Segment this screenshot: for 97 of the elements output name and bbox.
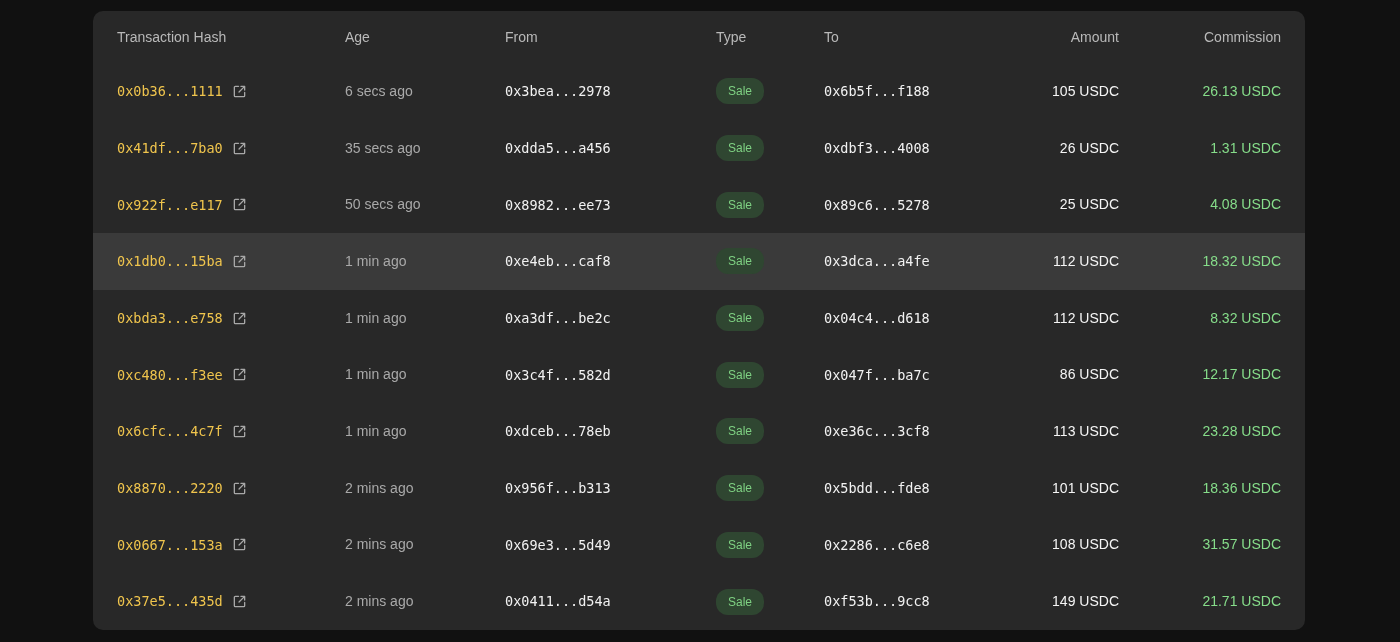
external-link-icon[interactable] <box>231 310 247 326</box>
from-address: 0x0411...d54a <box>505 592 612 612</box>
type-badge: Sale <box>716 305 765 332</box>
column-header: To <box>824 27 840 47</box>
amount-text: 101 USDC <box>1052 478 1119 498</box>
column-header: Amount <box>1070 27 1119 47</box>
to-address: 0x6b5f...f188 <box>824 82 931 102</box>
commission-text: 1.31 USDC <box>1210 138 1281 158</box>
external-link-icon[interactable] <box>231 83 247 99</box>
age-text: 1 min ago <box>345 421 408 441</box>
age-text: 1 min ago <box>345 251 408 271</box>
column-header: From <box>505 27 539 47</box>
age-text: 50 secs ago <box>345 195 422 215</box>
to-address: 0xdbf3...4008 <box>824 138 931 158</box>
type-badge: Sale <box>716 78 765 105</box>
commission-text: 23.28 USDC <box>1202 421 1281 441</box>
type-badge: Sale <box>716 531 765 558</box>
age-text: 35 secs ago <box>345 138 422 158</box>
table-row[interactable]: 0x0667...153a 2 mins ago 0x69e3...5d49 Sale 0x2286...c6e8 108 USDC 31.57 USDC <box>93 516 1305 574</box>
from-address: 0x3c4f...582d <box>505 365 612 385</box>
external-link-icon[interactable] <box>231 594 247 610</box>
column-header: Age <box>345 27 371 47</box>
external-link-icon[interactable] <box>231 140 247 156</box>
to-address: 0xe36c...3cf8 <box>824 422 931 442</box>
age-text: 1 min ago <box>345 308 408 328</box>
type-badge: Sale <box>716 248 765 275</box>
amount-text: 108 USDC <box>1052 535 1119 555</box>
amount-text: 25 USDC <box>1059 195 1119 215</box>
table-row[interactable]: 0x37e5...435d 2 mins ago 0x0411...d54a Sale 0xf53b...9cc8 149 USDC 21.71 USDC <box>93 573 1305 630</box>
from-address: 0x3bea...2978 <box>505 82 612 102</box>
transaction-hash-link[interactable]: 0x8870...2220 <box>117 478 223 499</box>
age-text: 2 mins ago <box>345 478 415 498</box>
external-link-icon[interactable] <box>231 537 247 553</box>
amount-text: 112 USDC <box>1053 251 1119 271</box>
amount-text: 86 USDC <box>1059 365 1119 385</box>
transaction-hash-link[interactable]: 0x0667...153a <box>117 534 223 555</box>
from-address: 0x8982...ee73 <box>505 195 612 215</box>
external-link-icon[interactable] <box>231 253 247 269</box>
to-address: 0x047f...ba7c <box>824 365 931 385</box>
table-row[interactable]: 0xbda3...e758 1 min ago 0xa3df...be2c Sale 0x04c4...d618 112 USDC 8.32 USDC <box>93 289 1305 347</box>
type-badge: Sale <box>716 418 765 445</box>
external-link-icon[interactable] <box>231 423 247 439</box>
table-row[interactable]: 0x8870...2220 2 mins ago 0x956f...b313 Sale 0x5bdd...fde8 101 USDC 18.36 USDC <box>93 459 1305 517</box>
commission-text: 8.32 USDC <box>1210 308 1281 328</box>
table-row[interactable]: 0xc480...f3ee 1 min ago 0x3c4f...582d Sale 0x047f...ba7c 86 USDC 12.17 USDC <box>93 346 1305 404</box>
type-badge: Sale <box>716 588 765 615</box>
type-badge: Sale <box>716 191 765 218</box>
age-text: 2 mins ago <box>345 592 415 612</box>
from-address: 0xa3df...be2c <box>505 308 612 328</box>
from-address: 0xdceb...78eb <box>505 422 612 442</box>
to-address: 0x2286...c6e8 <box>824 535 931 555</box>
table-row[interactable]: 0x922f...e117 50 secs ago 0x8982...ee73 Sale 0x89c6...5278 25 USDC 4.08 USDC <box>93 176 1305 234</box>
external-link-icon[interactable] <box>231 197 247 213</box>
commission-text: 26.13 USDC <box>1202 81 1281 101</box>
to-address: 0x5bdd...fde8 <box>824 479 931 499</box>
amount-text: 105 USDC <box>1052 81 1119 101</box>
from-address: 0xdda5...a456 <box>505 138 612 158</box>
table-row[interactable]: 0x41df...7ba0 35 secs ago 0xdda5...a456 Sale 0xdbf3...4008 26 USDC 1.31 USDC <box>93 119 1305 177</box>
transaction-hash-link[interactable]: 0xbda3...e758 <box>117 307 223 329</box>
from-address: 0xe4eb...caf8 <box>505 252 612 272</box>
commission-text: 21.71 USDC <box>1202 592 1281 612</box>
transaction-hash-link[interactable]: 0x41df...7ba0 <box>117 137 223 159</box>
external-link-icon[interactable] <box>231 480 247 496</box>
from-address: 0x69e3...5d49 <box>505 535 612 555</box>
type-badge: Sale <box>716 475 765 502</box>
commission-text: 4.08 USDC <box>1210 195 1281 215</box>
column-header: Transaction Hash <box>117 27 228 47</box>
table-row[interactable]: 0x6cfc...4c7f 1 min ago 0xdceb...78eb Sale 0xe36c...3cf8 113 USDC 23.28 USDC <box>93 403 1305 460</box>
column-header: Commission <box>1204 27 1281 47</box>
to-address: 0x04c4...d618 <box>824 308 931 328</box>
commission-text: 31.57 USDC <box>1202 535 1281 555</box>
external-link-icon[interactable] <box>231 367 247 383</box>
to-address: 0x89c6...5278 <box>824 195 931 215</box>
to-address: 0x3dca...a4fe <box>824 252 931 272</box>
amount-text: 26 USDC <box>1059 138 1119 158</box>
age-text: 6 secs ago <box>345 81 414 101</box>
amount-text: 112 USDC <box>1053 308 1119 328</box>
from-address: 0x956f...b313 <box>505 479 612 499</box>
transaction-hash-link[interactable]: 0x1db0...15ba <box>117 251 223 272</box>
type-badge: Sale <box>716 135 765 162</box>
transaction-hash-link[interactable]: 0x0b36...1111 <box>117 81 223 102</box>
age-text: 2 mins ago <box>345 535 415 555</box>
commission-text: 12.17 USDC <box>1202 365 1281 385</box>
to-address: 0xf53b...9cc8 <box>824 592 931 612</box>
commission-text: 18.32 USDC <box>1202 251 1281 271</box>
amount-text: 149 USDC <box>1052 592 1119 612</box>
age-text: 1 min ago <box>345 365 408 385</box>
highlighted-row[interactable]: 0x1db0...15ba 1 min ago 0xe4eb...caf8 Sale 0x3dca...a4fe 112 USDC 18.32 USDC <box>93 233 1305 290</box>
amount-text: 113 USDC <box>1053 421 1119 441</box>
transaction-hash-link[interactable]: 0x6cfc...4c7f <box>117 421 223 442</box>
column-header: Type <box>716 27 748 47</box>
transaction-hash-link[interactable]: 0x922f...e117 <box>117 194 223 215</box>
transaction-hash-link[interactable]: 0x37e5...435d <box>117 591 223 612</box>
table-row[interactable]: 0x0b36...1111 6 secs ago 0x3bea...2978 Sale 0x6b5f...f188 105 USDC 26.13 USDC <box>93 63 1305 120</box>
transaction-hash-link[interactable]: 0xc480...f3ee <box>117 364 223 385</box>
type-badge: Sale <box>716 361 765 388</box>
commission-text: 18.36 USDC <box>1202 478 1281 498</box>
